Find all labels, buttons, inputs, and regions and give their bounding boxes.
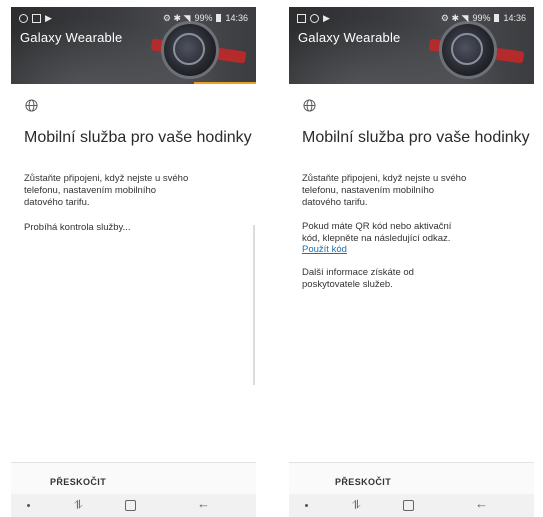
watch-image: [439, 21, 497, 79]
app-title: Galaxy Wearable: [20, 30, 123, 45]
signal-icon: ⚙ ✱ ◥: [440, 12, 469, 23]
nav-dot-icon: [27, 504, 30, 507]
app-title: Galaxy Wearable: [298, 30, 401, 45]
qr-code-text: Pokud máte QR kód nebo aktivační kód, kl…: [302, 221, 452, 244]
back-arrow-icon[interactable]: ←: [197, 496, 210, 511]
scrollbar[interactable]: [253, 225, 255, 385]
back-arrow-icon[interactable]: ←: [475, 496, 488, 511]
notification-icon: [310, 13, 319, 23]
bottom-action-bar: [11, 462, 256, 495]
watch-image: [161, 21, 219, 79]
image-icon: [297, 13, 306, 23]
play-icon: ▶: [45, 12, 52, 23]
phone-screen-right: ▶ ⚙ ✱ ◥ 99% 14:36 Galaxy Wearable Mobiln…: [289, 7, 534, 517]
signal-icon: ⚙ ✱ ◥: [162, 12, 191, 23]
recent-apps-icon[interactable]: ⥮: [352, 498, 361, 513]
phone-screen-left: ▶ ⚙ ✱ ◥ 99% 14:36 Galaxy Wearable Mobiln…: [11, 7, 256, 517]
status-time: 14:36: [225, 13, 248, 23]
intro-text: Zůstaňte připojeni, když nejste u svého …: [24, 173, 189, 208]
skip-button[interactable]: PŘESKOČIT: [335, 477, 391, 487]
page-title: Mobilní služba pro vaše hodinky: [302, 129, 530, 146]
status-bar: ▶ ⚙ ✱ ◥ 99% 14:36: [19, 12, 248, 24]
page-title: Mobilní služba pro vaše hodinky: [24, 129, 252, 146]
play-icon: ▶: [323, 12, 330, 23]
battery-percent: 99%: [472, 13, 491, 23]
battery-percent: 99%: [194, 13, 213, 23]
bottom-action-bar: [289, 462, 534, 495]
skip-button[interactable]: PŘESKOČIT: [50, 477, 106, 487]
header-accent-bar: [194, 82, 256, 84]
notification-icon: [19, 13, 28, 23]
provider-info-text: Další informace získáte od poskytovatele…: [302, 267, 414, 290]
nav-dot-icon: [305, 504, 308, 507]
globe-icon: [303, 99, 316, 112]
recent-apps-icon[interactable]: ⥮: [74, 498, 83, 513]
home-icon[interactable]: [125, 500, 136, 511]
battery-icon: [494, 14, 500, 22]
globe-icon: [25, 99, 38, 112]
status-time: 14:36: [503, 13, 526, 23]
image-icon: [32, 13, 41, 23]
app-header: ▶ ⚙ ✱ ◥ 99% 14:36 Galaxy Wearable: [289, 7, 534, 84]
use-code-link[interactable]: Použít kód: [302, 244, 347, 256]
battery-icon: [216, 14, 222, 22]
checking-status-text: Probíhá kontrola služby...: [24, 222, 131, 233]
app-header: ▶ ⚙ ✱ ◥ 99% 14:36 Galaxy Wearable: [11, 7, 256, 84]
status-bar: ▶ ⚙ ✱ ◥ 99% 14:36: [297, 12, 526, 24]
home-icon[interactable]: [403, 500, 414, 511]
intro-text: Zůstaňte připojeni, když nejste u svého …: [302, 173, 467, 208]
